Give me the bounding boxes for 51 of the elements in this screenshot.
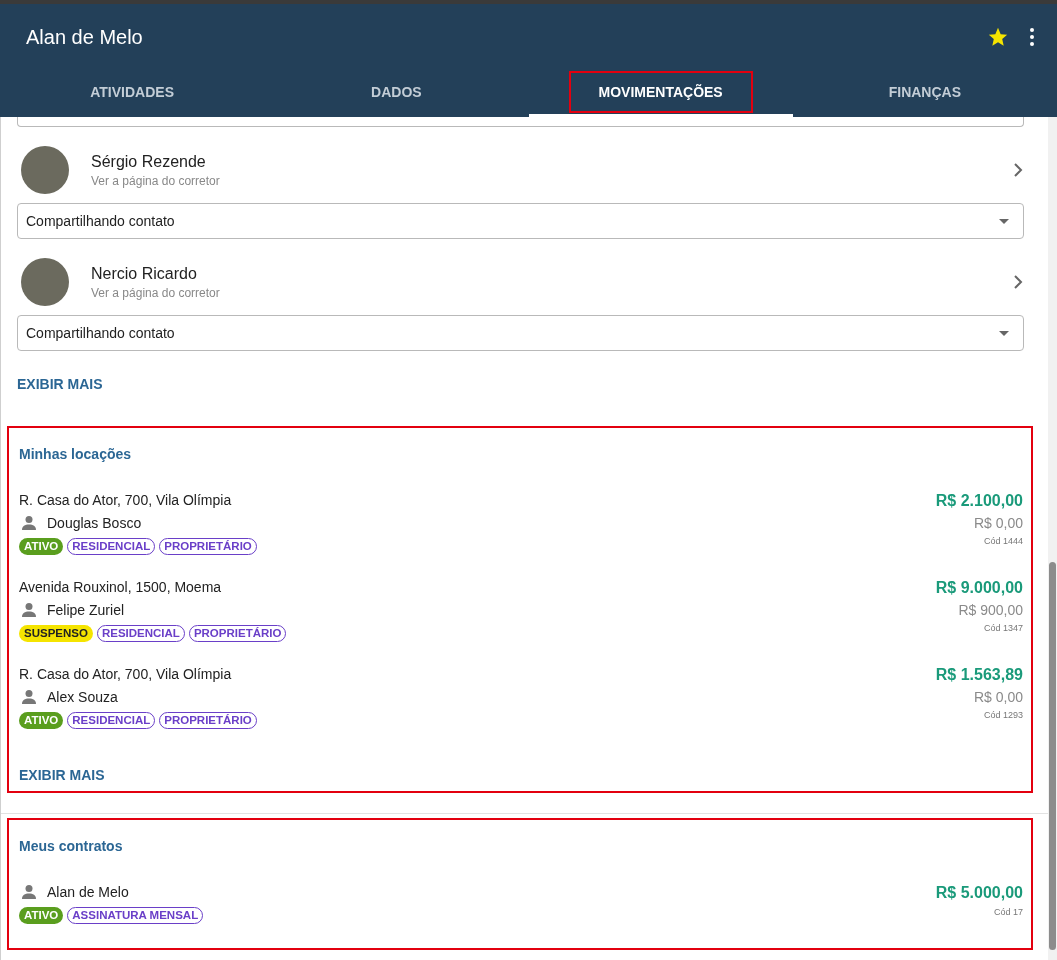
property-address: Avenida Rouxinol, 1500, Moema xyxy=(19,579,223,595)
broker-page-link[interactable]: Ver a página do corretor xyxy=(91,173,1012,188)
person-icon xyxy=(21,515,37,531)
page-title: Alan de Melo xyxy=(26,25,144,49)
code-label: Cód 1444 xyxy=(983,536,1023,546)
chevron-right-icon[interactable] xyxy=(1012,163,1024,177)
broker-name: Sérgio Rezende xyxy=(91,152,207,171)
tag: ATIVO xyxy=(19,538,64,555)
select-field[interactable] xyxy=(17,117,1024,127)
amount: R$ 1.563,89 xyxy=(935,666,1023,684)
person-name: Alan de Melo xyxy=(47,884,129,900)
chevron-right-icon[interactable] xyxy=(1012,275,1024,289)
person-name: Douglas Bosco xyxy=(47,515,142,531)
person-icon xyxy=(21,884,37,900)
show-more-link[interactable]: EXIBIR MAIS xyxy=(17,376,103,392)
broker-name: Nercio Ricardo xyxy=(91,264,198,283)
secondary-amount: R$ 0,00 xyxy=(973,515,1023,531)
section-title: Minhas locações xyxy=(19,446,133,462)
tab[interactable]: DADOS xyxy=(264,70,529,117)
share-select[interactable]: Compartilhando contato xyxy=(17,203,1024,239)
secondary-amount: R$ 0,00 xyxy=(973,689,1023,705)
property-address: R. Casa do Ator, 700, Vila Olímpia xyxy=(19,666,233,682)
scrollbar[interactable] xyxy=(1048,117,1057,960)
property-address: R. Casa do Ator, 700, Vila Olímpia xyxy=(19,492,233,508)
person-icon xyxy=(21,602,37,618)
person-icon xyxy=(21,689,37,705)
section-title: Meus contratos xyxy=(19,838,124,854)
avatar-photo-placeholder xyxy=(21,146,69,194)
tag: ATIVO xyxy=(19,907,64,924)
star-icon[interactable] xyxy=(987,26,1009,48)
amount: R$ 5.000,00 xyxy=(935,884,1023,902)
secondary-amount: R$ 900,00 xyxy=(958,602,1023,618)
code-label: Cód 1347 xyxy=(983,623,1023,633)
more-menu-icon[interactable] xyxy=(1027,28,1037,46)
tab[interactable]: ATIVIDADES xyxy=(0,70,265,117)
broker-page-link[interactable]: Ver a página do corretor xyxy=(91,285,1012,300)
person-name: Alex Souza xyxy=(47,689,118,705)
tab[interactable]: MOVIMENTAÇÕES xyxy=(528,70,793,117)
show-more-link[interactable]: EXIBIR MAIS xyxy=(19,767,105,783)
amount: R$ 9.000,00 xyxy=(935,579,1023,597)
share-select[interactable]: Compartilhando contato xyxy=(17,315,1024,351)
person-name: Felipe Zuriel xyxy=(47,602,125,618)
code-label: Cód 1293 xyxy=(983,710,1023,720)
dropdown-caret-icon xyxy=(999,330,1009,336)
tag: SUSPENSO xyxy=(19,625,93,642)
amount: R$ 2.100,00 xyxy=(935,492,1023,510)
tag: ATIVO xyxy=(19,712,64,729)
dropdown-caret-icon xyxy=(999,218,1009,224)
tab[interactable]: FINANÇAS xyxy=(792,70,1057,117)
avatar-photo-placeholder xyxy=(21,258,69,306)
code-label: Cód 17 xyxy=(993,907,1023,917)
